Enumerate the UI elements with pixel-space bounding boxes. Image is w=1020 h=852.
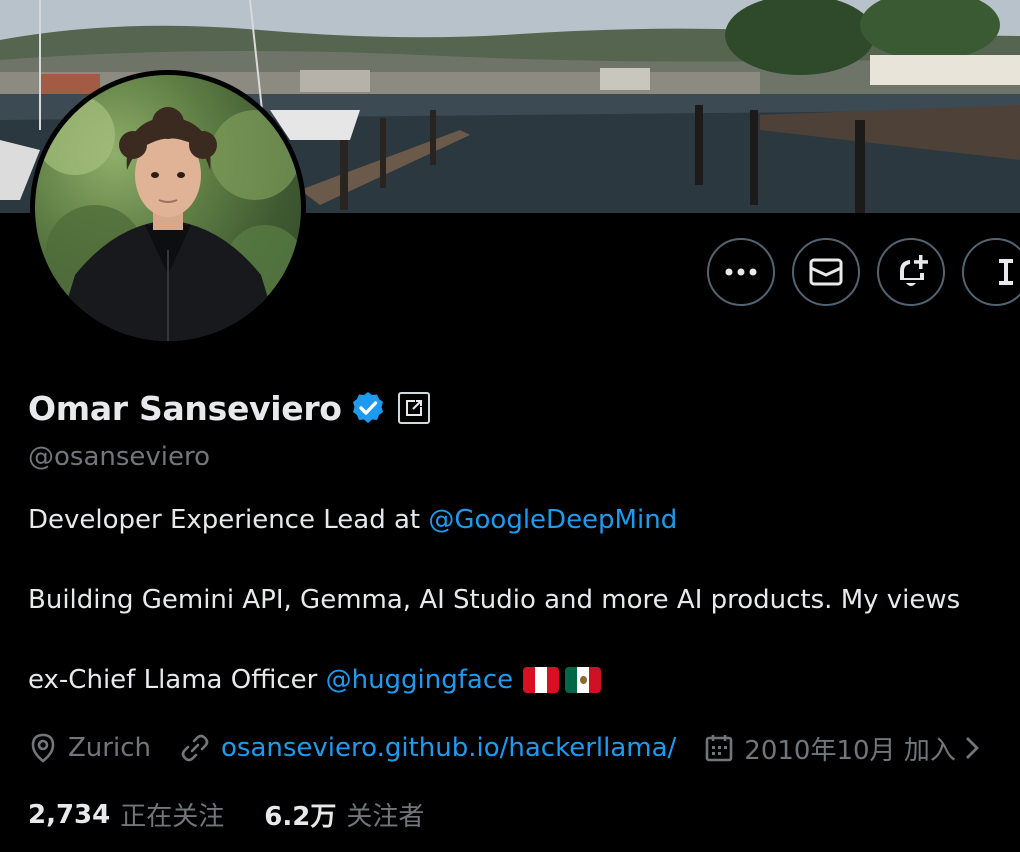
envelope-icon	[809, 258, 843, 286]
chevron-right-icon[interactable]	[964, 735, 980, 761]
bio-line-2: Building Gemini API, Gemma, AI Studio an…	[28, 585, 961, 615]
bio-text-3: ex-Chief Llama Officer	[28, 665, 326, 695]
share-arrow-icon	[405, 400, 422, 416]
mention-huggingface-link[interactable]: @huggingface	[326, 665, 514, 695]
location-text: Zurich	[68, 733, 151, 763]
profile-name-row: Omar Sanseviero	[28, 386, 430, 430]
followers-count: 6.2万	[264, 802, 337, 832]
following-count: 2,734	[28, 799, 111, 830]
message-button[interactable]	[792, 238, 860, 306]
profile-meta-row: Zurich osanseviero.github.io/hackerllama…	[28, 728, 990, 768]
calendar-icon	[705, 735, 733, 762]
bio-line-1: Developer Experience Lead at @GoogleDeep…	[28, 505, 677, 535]
grok-button[interactable]	[962, 238, 1020, 306]
avatar-photo	[35, 75, 301, 341]
joined-date-text: 2010年10月 加入	[744, 735, 956, 766]
bio-text-1: Developer Experience Lead at	[28, 505, 429, 535]
location-item: Zurich	[28, 732, 151, 764]
verified-badge-icon[interactable]	[350, 390, 386, 426]
profile-avatar[interactable]	[30, 70, 306, 346]
followers-label: 关注者	[346, 802, 425, 832]
ellipsis-icon	[725, 268, 757, 276]
bio-line-3: ex-Chief Llama Officer @huggingface	[28, 665, 602, 695]
profile-actions	[707, 238, 1020, 306]
mention-googledeepmind-link[interactable]: @GoogleDeepMind	[428, 505, 677, 535]
link-icon	[181, 734, 209, 762]
follow-counts: 2,734 正在关注 6.2万 关注者	[28, 796, 464, 833]
notifications-button[interactable]	[877, 238, 945, 306]
grok-icon	[999, 259, 1013, 285]
website-item: osanseviero.github.io/hackerllama/	[179, 732, 676, 764]
following-label: 正在关注	[120, 802, 225, 832]
followers-link[interactable]: 6.2万 关注者	[264, 796, 424, 833]
following-link[interactable]: 2,734 正在关注	[28, 796, 224, 833]
bell-plus-icon	[900, 255, 928, 286]
more-options-button[interactable]	[707, 238, 775, 306]
joined-item: 2010年10月 加入	[704, 730, 990, 767]
website-link[interactable]: osanseviero.github.io/hackerllama/	[221, 733, 676, 763]
display-name: Omar Sanseviero	[28, 388, 342, 428]
peru-flag-icon	[523, 667, 560, 693]
mexico-flag-icon	[565, 667, 602, 693]
profile-handle: @osanseviero	[28, 442, 211, 472]
location-pin-icon	[31, 733, 55, 763]
share-profile-button[interactable]	[397, 392, 430, 424]
